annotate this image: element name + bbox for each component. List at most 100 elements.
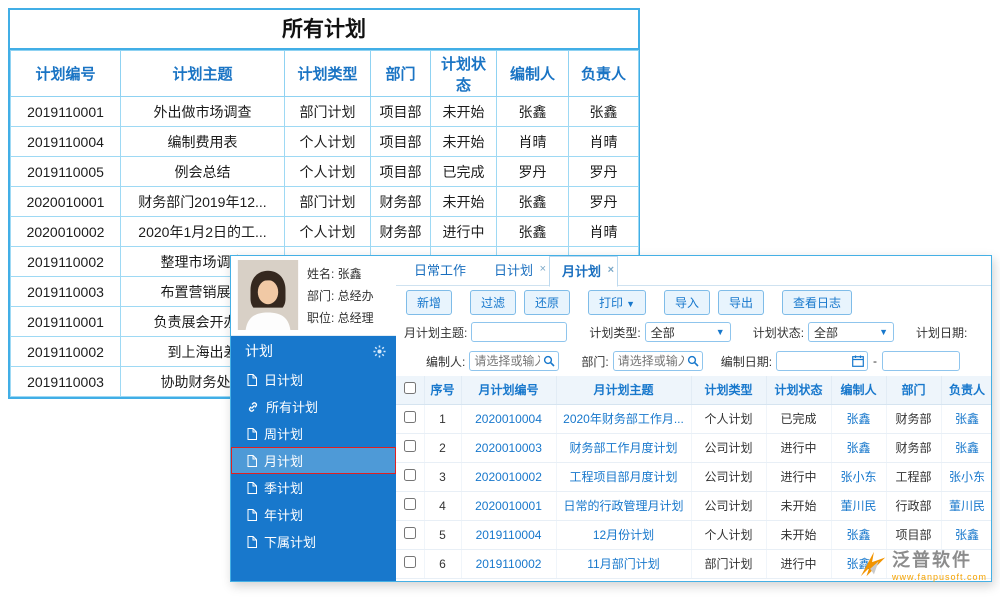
col-month-plan-subject: 月计划主题 <box>556 376 691 404</box>
table-row: 3 2020010002 工程项目部月度计划 公司计划 进行中 张小东 工程部 … <box>396 462 992 491</box>
restore-button[interactable]: 还原 <box>524 290 570 315</box>
row-checkbox[interactable] <box>404 469 416 481</box>
row-checkbox[interactable] <box>404 498 416 510</box>
cell: 项目部 <box>371 97 431 127</box>
plan-subject-link[interactable]: 日常的行政管理月计划 <box>556 491 691 520</box>
search-icon[interactable] <box>687 355 699 367</box>
import-button[interactable]: 导入 <box>664 290 710 315</box>
sidebar-item-weekly-plan[interactable]: 周计划 <box>231 420 396 447</box>
compiler-link[interactable]: 张鑫 <box>831 433 886 462</box>
owner-link[interactable]: 张鑫 <box>941 404 992 433</box>
sidebar-item-label: 年计划 <box>264 505 303 524</box>
cell: 例会总结 <box>121 157 285 187</box>
tab-daily-work[interactable]: 日常工作 <box>402 256 482 285</box>
subject-input[interactable] <box>471 322 567 342</box>
type-label: 计划类型: <box>589 324 640 341</box>
file-icon <box>247 509 257 521</box>
sidebar-item-label: 月计划 <box>264 451 303 470</box>
file-icon <box>247 428 257 440</box>
cell-dept: 项目部 <box>886 520 941 549</box>
toolbar: 新增 过滤 还原 打印▼ 导入 导出 查看日志 <box>396 286 991 318</box>
compiler-link[interactable]: 张鑫 <box>831 520 886 549</box>
col-owner: 负责人 <box>941 376 992 404</box>
col-owner: 负责人 <box>569 51 639 97</box>
cell: 财务部门2019年12... <box>121 187 285 217</box>
owner-link[interactable]: 张小东 <box>941 462 992 491</box>
sidebar-item-subordinate-plans[interactable]: 下属计划 <box>231 528 396 555</box>
owner-link[interactable]: 张鑫 <box>941 520 992 549</box>
add-button[interactable]: 新增 <box>406 290 452 315</box>
compiler-link[interactable]: 张小东 <box>831 462 886 491</box>
cell: 2019110005 <box>11 157 121 187</box>
row-checkbox[interactable] <box>404 411 416 423</box>
watermark-brand: 泛普软件 <box>892 546 987 572</box>
cell-dept: 财务部 <box>886 433 941 462</box>
cell: 罗丹 <box>497 157 569 187</box>
sidebar-item-label: 季计划 <box>264 478 303 497</box>
compiler-link[interactable]: 董川民 <box>831 491 886 520</box>
link-icon <box>247 401 259 413</box>
file-icon <box>247 374 257 386</box>
col-plan-type: 计划类型 <box>691 376 766 404</box>
cell-index: 6 <box>424 549 461 578</box>
row-checkbox[interactable] <box>404 527 416 539</box>
plan-number-link[interactable]: 2019110004 <box>461 520 556 549</box>
cell: 2020010001 <box>11 187 121 217</box>
tab-monthly-plan[interactable]: 月计划× <box>549 256 618 287</box>
left-panel: 姓名: 张鑫 部门: 总经办 职位: 总经理 计划 日计划 <box>231 256 396 581</box>
view-log-button[interactable]: 查看日志 <box>782 290 852 315</box>
plan-subject-link[interactable]: 12月份计划 <box>556 520 691 549</box>
plan-number-link[interactable]: 2020010001 <box>461 491 556 520</box>
plan-subject-link[interactable]: 2020年财务部工作月... <box>556 404 691 433</box>
table-row: 5 2019110004 12月份计划 个人计划 未开始 张鑫 项目部 张鑫 <box>396 520 992 549</box>
file-icon <box>247 455 257 467</box>
plan-subject-link[interactable]: 财务部工作月度计划 <box>556 433 691 462</box>
row-checkbox[interactable] <box>404 440 416 452</box>
plan-number-link[interactable]: 2020010002 <box>461 462 556 491</box>
cell: 2019110002 <box>11 337 121 367</box>
table-row: 1 2020010004 2020年财务部工作月... 个人计划 已完成 张鑫 … <box>396 404 992 433</box>
close-icon[interactable]: × <box>540 255 546 284</box>
plan-subject-link[interactable]: 工程项目部月度计划 <box>556 462 691 491</box>
type-select[interactable]: 全部 ▼ <box>645 322 731 342</box>
select-all-checkbox[interactable] <box>404 382 416 394</box>
cell: 肖晴 <box>569 127 639 157</box>
owner-link[interactable]: 董川民 <box>941 491 992 520</box>
sidebar-item-all-plans[interactable]: 所有计划 <box>231 393 396 420</box>
search-icon[interactable] <box>543 355 555 367</box>
cell-type: 公司计划 <box>691 491 766 520</box>
gear-icon[interactable] <box>373 345 386 358</box>
print-button[interactable]: 打印▼ <box>588 290 646 315</box>
sidebar-item-label: 日计划 <box>264 370 303 389</box>
cell: 2020010002 <box>11 217 121 247</box>
sidebar-item-annual-plan[interactable]: 年计划 <box>231 501 396 528</box>
sidebar-item-label: 所有计划 <box>266 397 318 416</box>
avatar <box>237 260 299 330</box>
cell: 张鑫 <box>569 97 639 127</box>
plan-number-link[interactable]: 2020010003 <box>461 433 556 462</box>
cell: 财务部 <box>371 217 431 247</box>
compile-date-end-input[interactable] <box>882 351 960 371</box>
sidebar-item-monthly-plan[interactable]: 月计划 <box>231 447 396 474</box>
export-button[interactable]: 导出 <box>718 290 764 315</box>
compile-date-label: 编制日期: <box>721 353 772 370</box>
sidebar-item-label: 下属计划 <box>264 532 316 551</box>
sidebar-item-daily-plan[interactable]: 日计划 <box>231 366 396 393</box>
plan-number-link[interactable]: 2020010004 <box>461 404 556 433</box>
cell-dept: 工程部 <box>886 462 941 491</box>
col-dept: 部门 <box>371 51 431 97</box>
plan-subject-link[interactable]: 11月部门计划 <box>556 549 691 578</box>
compiler-link[interactable]: 张鑫 <box>831 404 886 433</box>
caret-down-icon: ▼ <box>716 327 725 337</box>
status-select[interactable]: 全部 ▼ <box>808 322 894 342</box>
calendar-icon[interactable] <box>852 355 864 367</box>
row-checkbox[interactable] <box>404 556 416 568</box>
filter-button[interactable]: 过滤 <box>470 290 516 315</box>
plan-number-link[interactable]: 2019110002 <box>461 549 556 578</box>
tab-daily-plan[interactable]: 日计划× <box>482 256 549 285</box>
close-icon[interactable]: × <box>608 256 614 285</box>
cell: 项目部 <box>371 157 431 187</box>
cell: 2019110001 <box>11 307 121 337</box>
sidebar-item-quarterly-plan[interactable]: 季计划 <box>231 474 396 501</box>
owner-link[interactable]: 张鑫 <box>941 433 992 462</box>
